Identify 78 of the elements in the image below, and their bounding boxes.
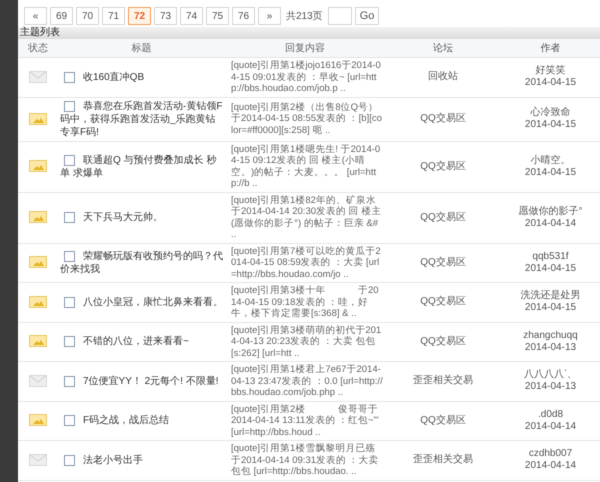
post-date: 2014-04-14 <box>524 420 578 433</box>
previous-page-button[interactable]: « <box>24 7 47 25</box>
post-date: 2014-04-14 <box>524 218 578 230</box>
post-date: 2014-04-15 <box>524 166 578 178</box>
author-name: 洗洗还是处男 <box>520 290 582 302</box>
page-button[interactable]: 70 <box>76 7 99 25</box>
author-name: qqb531f <box>531 250 570 263</box>
reply-excerpt: [quote]引用第2楼（出售8位Q号）于2014-04-15 08:55发表的 ：[b][color=#ff0000][s:258] 呃 .. <box>230 102 383 136</box>
page-button[interactable]: 75 <box>206 7 229 25</box>
page-button[interactable]: 69 <box>50 7 73 25</box>
section-header: 主题列表 <box>18 27 600 39</box>
checkbox[interactable] <box>64 250 75 262</box>
reply-excerpt: [quote]引用第1楼jojo1616于2014-04-15 09:01发表的 ：早收~ [url=http://bbs.houdao.com/job.p .. <box>230 60 382 94</box>
author-name: 八八八八`、 <box>522 369 578 382</box>
topic-title[interactable]: 恭喜您在乐跑首发活动-黄钻领F码中，获得乐跑首发活动_乐跑黄钻专享F码! <box>60 100 223 138</box>
page-button[interactable]: 74 <box>180 7 203 25</box>
forum-name: 回收站 <box>428 71 458 82</box>
topic-title[interactable]: 荣耀畅玩版有收预约号的吗？代价来找我 <box>60 250 223 276</box>
forum-name: QQ交易区 <box>420 113 466 124</box>
checkbox[interactable] <box>64 100 75 112</box>
forum-name: QQ交易区 <box>420 160 466 172</box>
page-button[interactable]: 73 <box>154 7 177 25</box>
reply-excerpt: [quote]引用第3楼十年 于2014-04-15 09:18发表的 ：哇，好牛，楼下肯定需要[s:368] & .. <box>230 285 380 320</box>
forum-name: QQ交易区 <box>420 296 466 308</box>
checkbox[interactable] <box>64 415 75 426</box>
reply-excerpt: [quote]引用第1楼82年的、矿泉水于2014-04-14 20:30发表的 回 楼主(愿做你的影子°) 的帖子：巨亲 &# .. <box>230 194 382 240</box>
reply-excerpt: [quote]引用第7楼可以吃的黄瓜于2014-04-15 08:59发表的 ：大卖 [url=http://bbs.houdao.com/jo .. <box>230 246 382 280</box>
forum-name: QQ交易区 <box>420 212 466 222</box>
column-header: 作者 <box>501 39 600 58</box>
checkbox[interactable] <box>64 296 75 308</box>
column-header: 回复内容 <box>225 39 385 58</box>
reply-excerpt: [quote]引用第2楼 俊哥哥于2014-04-14 13:11发表的 ：红包~"' [url=http://bbs.houd .. <box>230 404 380 438</box>
post-date: 2014-04-13 <box>524 342 578 354</box>
column-header: 标题 <box>58 39 225 58</box>
page-input-field[interactable] <box>328 7 352 25</box>
author-name: czdhb007 <box>528 448 574 460</box>
checkbox[interactable] <box>64 376 75 387</box>
reply-excerpt: [quote]引用第1楼君上7e67于2014-04-13 23:47发表的 ：0.0 [url=http://bbs.houdao.com/job.php .. <box>230 364 383 398</box>
author-name: 好笑笑 <box>534 65 566 78</box>
topic-title[interactable]: 收160直冲QB <box>60 70 223 84</box>
checkbox[interactable] <box>64 72 75 83</box>
topic-title[interactable]: F码之战，战后总结 <box>60 414 223 428</box>
column-header: 状态 <box>18 39 58 58</box>
post-date: 2014-04-15 <box>524 262 578 275</box>
column-header: 论坛 <box>385 39 501 58</box>
post-date: 2014-04-15 <box>524 119 578 131</box>
topic-title[interactable]: 不错的八位，进来看看~ <box>60 335 223 348</box>
author-name: .d0d8 <box>536 408 564 421</box>
author-name: 心冷致命 <box>529 107 572 119</box>
author-name: zhangchuqq <box>522 330 579 342</box>
forum-name: QQ交易区 <box>420 336 466 347</box>
topic-title[interactable]: 法老小号出手 <box>60 454 223 467</box>
post-date: 2014-04-14 <box>524 460 578 472</box>
topic-title[interactable]: 7位便宜YY！ 2元每个! 不限量! <box>60 374 223 388</box>
checkbox[interactable] <box>64 154 75 166</box>
forum-name: 歪歪相关交易 <box>413 454 473 466</box>
topic-title[interactable]: 联通超Q 与预付费叠加成长 秒单 求爆单 <box>60 154 223 180</box>
page-total: 共213页 <box>286 10 323 23</box>
post-date: 2014-04-13 <box>524 381 578 394</box>
author-name: 小晴空。 <box>530 154 572 166</box>
post-date: 2014-04-15 <box>524 302 578 314</box>
checkbox[interactable] <box>64 454 75 466</box>
post-date: 2014-04-15 <box>524 77 578 90</box>
go-button[interactable]: Go <box>354 7 380 25</box>
topic-title[interactable]: 八位小皇冠，康忙北鼻来看看。 <box>60 296 223 309</box>
forum-name: QQ交易区 <box>420 256 466 268</box>
page-button[interactable]: 71 <box>102 7 125 25</box>
page-button[interactable]: 76 <box>232 7 255 25</box>
reply-excerpt: [quote]引用第1楼嗯先生! 于2014-04-15 09:12发表的 回 楼主(小晴空。)的帖子：大麦。。。 [url=http://b .. <box>230 144 382 190</box>
checkbox[interactable] <box>64 212 75 223</box>
reply-excerpt: [quote]引用第1楼雪飘黎明月已殇于2014-04-14 09:31发表的 ：大卖包包 [url=http://bbs.houdao. .. <box>230 443 380 478</box>
author-name: 愿做你的影子° <box>518 206 584 218</box>
forum-name: 歪歪相关交易 <box>413 375 473 386</box>
forum-name: QQ交易区 <box>420 414 466 426</box>
next-page-button[interactable]: » <box>258 7 281 25</box>
reply-excerpt: [quote]引用第3楼萌萌的初代于2014-04-13 20:23发表的 ：大卖 包包[s:262] [url=htt .. <box>230 324 382 359</box>
checkbox[interactable] <box>64 336 75 348</box>
topic-title[interactable]: 天下兵马大元帅。 <box>60 211 223 224</box>
